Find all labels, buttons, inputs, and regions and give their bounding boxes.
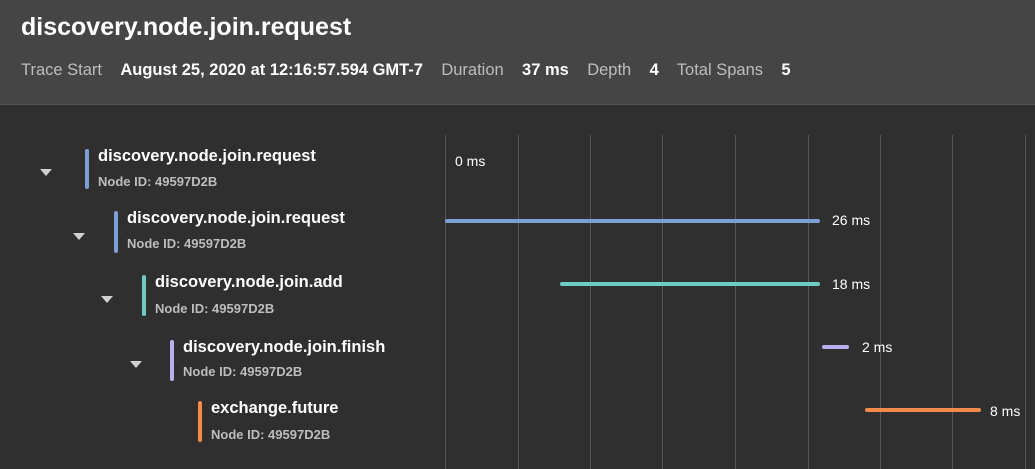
caret-down-icon[interactable] — [73, 233, 85, 240]
span-timeline-bar[interactable] — [865, 408, 981, 412]
span-duration-label: 18 ms — [832, 276, 871, 292]
span-duration-label: 2 ms — [862, 339, 893, 355]
span-name: discovery.node.join.request — [127, 209, 345, 227]
span-name: exchange.future — [211, 399, 339, 417]
span-timeline-bar[interactable] — [445, 219, 820, 223]
span-timeline-bar[interactable] — [822, 345, 849, 349]
span-node-id: Node ID: 49597D2B — [127, 236, 247, 251]
span-duration-label: 26 ms — [832, 212, 871, 228]
trace-header: discovery.node.join.request Trace Start … — [0, 0, 1035, 105]
span-row[interactable]: discovery.node.join.request Node ID: 495… — [0, 140, 1035, 200]
span-name: discovery.node.join.finish — [183, 338, 386, 356]
caret-down-icon[interactable] — [101, 296, 113, 303]
span-row[interactable]: discovery.node.join.add Node ID: 49597D2… — [0, 268, 1035, 328]
trace-start-label: Trace Start — [21, 61, 102, 79]
span-row[interactable]: exchange.future Node ID: 49597D2B 8 ms — [0, 396, 1035, 456]
total-spans-label: Total Spans — [676, 61, 764, 79]
trace-start-value: August 25, 2020 at 12:16:57.594 GMT-7 — [120, 61, 423, 79]
span-color-marker — [170, 340, 174, 381]
span-color-marker — [85, 149, 89, 189]
span-duration-label: 0 ms — [455, 153, 486, 169]
span-color-marker — [142, 275, 146, 316]
trace-summary: Trace Start August 25, 2020 at 12:16:57.… — [21, 61, 791, 80]
span-name: discovery.node.join.request — [98, 147, 316, 165]
span-timeline-bar[interactable] — [560, 282, 820, 286]
span-node-id: Node ID: 49597D2B — [155, 301, 275, 316]
depth-value: 4 — [649, 61, 659, 79]
span-name: discovery.node.join.add — [155, 273, 343, 291]
duration-label: Duration — [441, 61, 504, 79]
span-row[interactable]: discovery.node.join.request Node ID: 495… — [0, 202, 1035, 262]
span-color-marker — [198, 401, 202, 442]
duration-value: 37 ms — [522, 61, 569, 79]
span-node-id: Node ID: 49597D2B — [211, 427, 331, 442]
span-row[interactable]: discovery.node.join.finish Node ID: 4959… — [0, 333, 1035, 393]
span-node-id: Node ID: 49597D2B — [183, 364, 303, 379]
caret-down-icon[interactable] — [40, 169, 52, 176]
page-title: discovery.node.join.request — [21, 13, 352, 41]
caret-down-icon[interactable] — [130, 361, 142, 368]
total-spans-value: 5 — [781, 61, 791, 79]
span-color-marker — [114, 211, 118, 253]
depth-label: Depth — [587, 61, 632, 79]
span-duration-label: 8 ms — [990, 403, 1021, 419]
span-node-id: Node ID: 49597D2B — [98, 174, 218, 189]
